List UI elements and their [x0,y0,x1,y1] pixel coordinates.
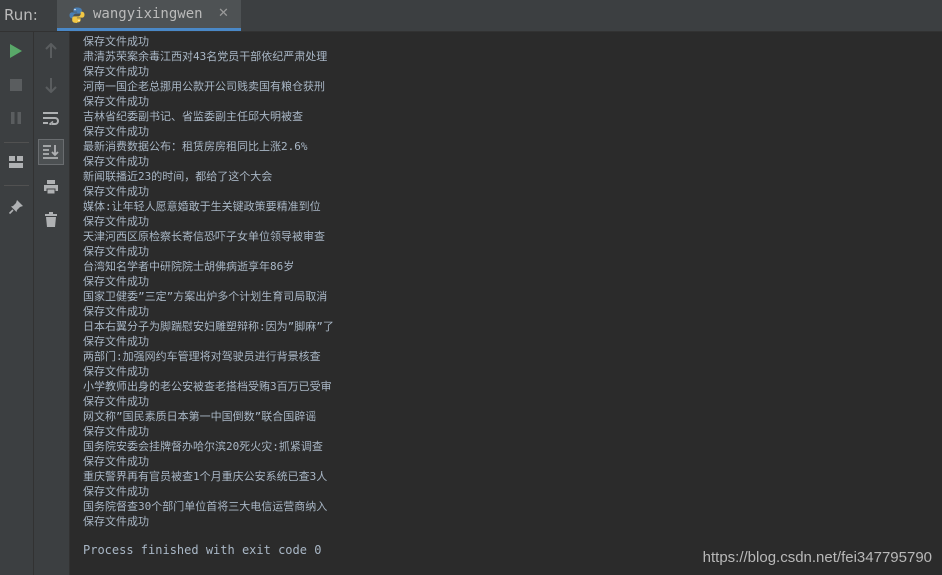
trash-icon[interactable] [38,207,64,233]
console-line: 保存文件成功 [83,305,149,318]
python-icon [68,6,86,24]
console-line: 保存文件成功 [83,95,149,108]
console-line: 河南一国企老总挪用公款开公司贱卖国有粮仓获刑 [83,80,325,93]
console-line: 保存文件成功 [83,515,149,528]
console-line: 网文称”国民素质日本第一中国倒数”联合国辟谣 [83,410,317,423]
console-line: 国务院督查30个部门单位首将三大电信运营商纳入 [83,500,328,513]
console-line: 保存文件成功 [83,185,149,198]
run-toolbar-left [0,32,34,575]
console-line: 重庆警界再有官员被查1个月重庆公安系统已查3人 [83,470,328,483]
console-line: 保存文件成功 [83,155,149,168]
run-tab[interactable]: wangyixingwen ✕ [57,0,241,31]
console-line: 保存文件成功 [83,215,149,228]
console-line: 国务院安委会挂牌督办哈尔滨20死火灾:抓紧调查 [83,440,323,453]
console-line: 新闻联播近23的时间，都给了这个大会 [83,170,273,183]
console-output[interactable]: 保存文件成功 肃清苏荣案余毒江西对43名党员干部依纪严肃处理 保存文件成功 河南一国企… [70,32,942,575]
console-line: 最新消费数据公布：租赁房房租同比上涨2.6% [83,140,308,153]
console-line: 保存文件成功 [83,395,149,408]
console-line: 天津河西区原检察长寄信恐吓子女单位领导被审查 [83,230,325,243]
console-line: 保存文件成功 [83,245,149,258]
run-tool-window-header: Run: wangyixingwen ✕ [0,0,942,32]
run-toolbar-right [34,32,70,575]
console-line: 保存文件成功 [83,365,149,378]
close-tab-icon[interactable]: ✕ [218,6,229,21]
console-line: 日本右翼分子为脚踹慰安妇雕塑辩称:因为”脚麻”了 [83,320,334,333]
console-line: 吉林省纪委副书记、省监委副主任邱大明被查 [83,110,303,123]
console-line: 保存文件成功 [83,65,149,78]
console-line: 保存文件成功 [83,425,149,438]
toolbar-divider [4,142,29,143]
stop-icon[interactable] [3,72,29,98]
toolbar-divider [4,185,29,186]
arrow-up-icon[interactable] [38,38,64,64]
console-line: 台湾知名学者中研院院士胡佛病逝享年86岁 [83,260,295,273]
tab-title: wangyixingwen [93,6,203,22]
console-line: 保存文件成功 [83,35,149,48]
console-lines: 保存文件成功 肃清苏荣案余毒江西对43名党员干部依纪严肃处理 保存文件成功 河南一国企… [83,34,334,529]
print-icon[interactable] [38,174,64,200]
console-line: 保存文件成功 [83,125,149,138]
arrow-down-icon[interactable] [38,72,64,98]
soft-wrap-icon[interactable] [38,105,64,131]
process-exit-message: Process finished with exit code 0 [83,543,322,557]
watermark: https://blog.csdn.net/fei347795790 [702,549,932,566]
scroll-to-end-icon[interactable] [38,139,64,165]
run-icon[interactable] [3,38,29,64]
console-line: 肃清苏荣案余毒江西对43名党员干部依纪严肃处理 [83,50,328,63]
console-line: 国家卫健委”三定”方案出炉多个计划生育司局取消 [83,290,328,303]
console-line: 保存文件成功 [83,485,149,498]
console-line: 保存文件成功 [83,275,149,288]
console-line: 两部门:加强网约车管理将对驾驶员进行背景核查 [83,350,321,363]
pause-icon[interactable] [3,105,29,131]
console-line: 媒体:让年轻人愿意婚敢于生关键政策要精准到位 [83,200,321,213]
console-line: 小学教师出身的老公安被查老搭档受贿3百万已受审 [83,380,332,393]
pin-icon[interactable] [3,194,29,220]
layout-icon[interactable] [3,149,29,175]
run-label: Run: [4,6,38,24]
console-line: 保存文件成功 [83,335,149,348]
console-line: 保存文件成功 [83,455,149,468]
